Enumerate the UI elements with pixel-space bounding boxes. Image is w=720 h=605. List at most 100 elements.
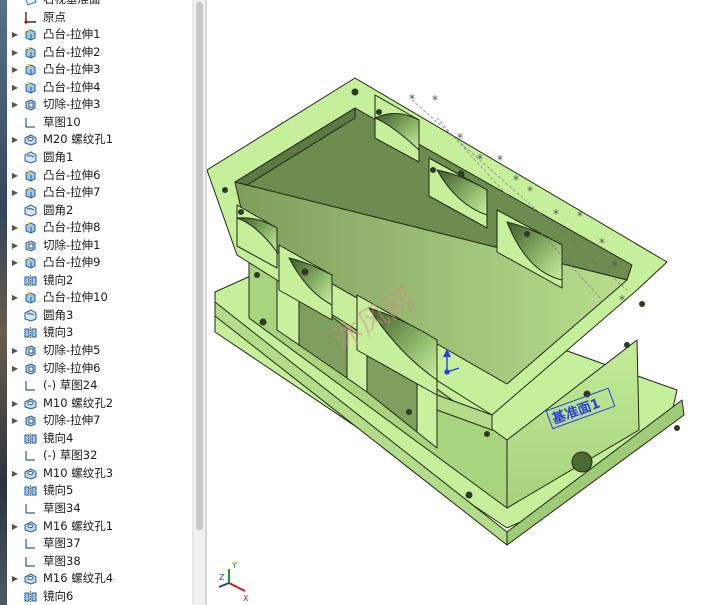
- drain-hole: [571, 451, 593, 473]
- sketch-icon: [24, 502, 37, 515]
- tree-item[interactable]: 镜向3: [7, 324, 192, 341]
- svg-text:*: *: [619, 293, 625, 307]
- boss-extrude-icon: [24, 221, 37, 234]
- tree-item[interactable]: ▶ 凸台-拉伸7: [7, 184, 192, 201]
- tree-item-label: 切除-拉伸5: [43, 343, 101, 357]
- graphics-viewport[interactable]: * * * * * * * * * * * * 基准面1 沐风网 Y Z X: [207, 0, 720, 605]
- tree-item[interactable]: ▶ 凸台-拉伸3: [7, 61, 192, 78]
- expand-arrow-icon[interactable]: ▶: [11, 219, 19, 236]
- hole-wizard-icon: [24, 397, 37, 410]
- tree-item[interactable]: ▶ M16 螺纹孔4: [7, 570, 192, 587]
- tree-item[interactable]: ▶ 凸台-拉伸2: [7, 44, 192, 61]
- svg-text:*: *: [432, 93, 438, 107]
- tree-item[interactable]: 草图38: [7, 553, 192, 570]
- tree-item-label: M16 螺纹孔1: [43, 518, 114, 533]
- tree-item-label: 切除-拉伸7: [43, 413, 101, 428]
- expand-arrow-icon[interactable]: ▶: [11, 237, 19, 254]
- tree-item[interactable]: ▶ 切除-拉伸5: [7, 342, 192, 359]
- feature-manager-tree[interactable]: 右视基准面原点 ▶ 凸台-拉伸1 ▶ 凸台-拉伸2 ▶ 凸台-拉伸3 ▶ 凸台-拉伸4 ▶ 切除-拉…: [7, 0, 192, 605]
- tree-item[interactable]: ▶ 凸台-拉伸10: [7, 289, 192, 306]
- expand-arrow-icon[interactable]: ▶: [11, 465, 19, 482]
- tree-item[interactable]: 草图10: [7, 114, 192, 131]
- expand-arrow-icon[interactable]: ▶: [11, 395, 19, 412]
- svg-text:*: *: [409, 92, 415, 106]
- expand-arrow-icon[interactable]: ▶: [11, 167, 19, 184]
- tree-item[interactable]: ▶ M16 螺纹孔1: [7, 518, 192, 535]
- expand-arrow-icon[interactable]: ▶: [11, 79, 19, 96]
- tree-item-label: 切除-拉伸6: [43, 360, 101, 375]
- triad-y: Y: [231, 561, 237, 570]
- tree-item[interactable]: 镜向2: [7, 272, 192, 289]
- tree-item-label: M10 螺纹孔3: [43, 465, 114, 480]
- hole-wizard-icon: [24, 572, 37, 585]
- tree-item-label: 凸台-拉伸10: [43, 290, 108, 305]
- mirror-icon: [24, 274, 37, 287]
- svg-text:*: *: [513, 173, 519, 187]
- tree-item-label: 凸台-拉伸2: [43, 44, 101, 59]
- gearbox-housing[interactable]: [207, 77, 685, 546]
- tree-item[interactable]: 草图34: [7, 500, 192, 517]
- tree-item[interactable]: 镜向4: [7, 430, 192, 447]
- tree-item-label: 凸台-拉伸8: [43, 220, 101, 235]
- tree-item[interactable]: (-) 草图24: [7, 377, 192, 394]
- tree-item[interactable]: ▶ 凸台-拉伸8: [7, 219, 192, 236]
- expand-arrow-icon[interactable]: ▶: [11, 131, 19, 148]
- tree-item[interactable]: ▶ 凸台-拉伸1: [7, 26, 192, 43]
- tree-item[interactable]: ▶ M10 螺纹孔2: [7, 395, 192, 412]
- tree-item[interactable]: ▶ 切除-拉伸3: [7, 96, 192, 113]
- expand-arrow-icon[interactable]: ▶: [11, 254, 19, 271]
- mirror-icon: [24, 590, 37, 603]
- orientation-triad: Y Z X: [218, 561, 249, 603]
- expand-arrow-icon[interactable]: ▶: [11, 26, 19, 43]
- expand-arrow-icon[interactable]: ▶: [11, 289, 19, 306]
- tree-item[interactable]: ▶ 凸台-拉伸9: [7, 254, 192, 271]
- expand-arrow-icon[interactable]: ▶: [11, 342, 19, 359]
- expand-arrow-icon[interactable]: ▶: [11, 412, 19, 429]
- tree-item-label: 圆角3: [43, 307, 74, 322]
- tree-item[interactable]: ▶ 切除-拉伸6: [7, 360, 192, 377]
- sketch-icon: [24, 449, 37, 462]
- tree-item-label: 镜向4: [43, 430, 74, 445]
- tree-item[interactable]: 圆角3: [7, 307, 192, 324]
- tree-item[interactable]: 圆角1: [7, 149, 192, 166]
- tree-item-label: 草图10: [43, 114, 81, 129]
- expand-arrow-icon[interactable]: ▶: [11, 360, 19, 377]
- tree-item-label: M10 螺纹孔2: [43, 395, 114, 410]
- expand-arrow-icon[interactable]: ▶: [11, 518, 19, 535]
- tree-item[interactable]: 圆角2: [7, 202, 192, 219]
- expand-arrow-icon[interactable]: ▶: [11, 184, 19, 201]
- tree-item-label: 镜向2: [43, 272, 74, 287]
- expand-arrow-icon[interactable]: ▶: [11, 61, 19, 78]
- fillet-icon: [24, 151, 37, 164]
- tree-item[interactable]: 草图37: [7, 535, 192, 552]
- fillet-icon: [24, 204, 37, 217]
- tree-item[interactable]: ▶ M20 螺纹孔1: [7, 131, 192, 148]
- tree-item-label: 切除-拉伸1: [43, 237, 101, 252]
- tree-item[interactable]: 右视基准面: [7, 0, 192, 8]
- expand-arrow-icon[interactable]: ▶: [11, 96, 19, 113]
- hole-wizard-icon: [24, 520, 37, 533]
- scrollbar-thumb[interactable]: [196, 2, 203, 530]
- svg-text:*: *: [457, 131, 463, 145]
- svg-text:*: *: [577, 209, 583, 223]
- cut-extrude-icon: [24, 344, 37, 357]
- tree-item[interactable]: ▶ 凸台-拉伸4: [7, 79, 192, 96]
- tree-scrollbar[interactable]: [192, 0, 206, 605]
- tree-item[interactable]: (-) 草图32: [7, 447, 192, 464]
- boss-extrude-icon: [24, 169, 37, 182]
- sketch-icon: [24, 537, 37, 550]
- tree-item[interactable]: ▶ 切除-拉伸1: [7, 237, 192, 254]
- tree-item[interactable]: 镜向5: [7, 482, 192, 499]
- tree-item-label: M20 螺纹孔1: [43, 132, 114, 147]
- tree-item-label: 圆角2: [43, 202, 74, 217]
- tree-item-label: 凸台-拉伸6: [43, 167, 101, 182]
- tree-item[interactable]: ▶ 凸台-拉伸6: [7, 167, 192, 184]
- tree-item[interactable]: 镜向6: [7, 588, 192, 605]
- tree-item[interactable]: ▶ M10 螺纹孔3: [7, 465, 192, 482]
- boss-extrude-icon: [24, 186, 37, 199]
- tree-item[interactable]: 原点: [7, 9, 192, 26]
- expand-arrow-icon[interactable]: ▶: [11, 570, 19, 587]
- expand-arrow-icon[interactable]: ▶: [11, 44, 19, 61]
- mirror-icon: [24, 326, 37, 339]
- tree-item[interactable]: ▶ 切除-拉伸7: [7, 412, 192, 429]
